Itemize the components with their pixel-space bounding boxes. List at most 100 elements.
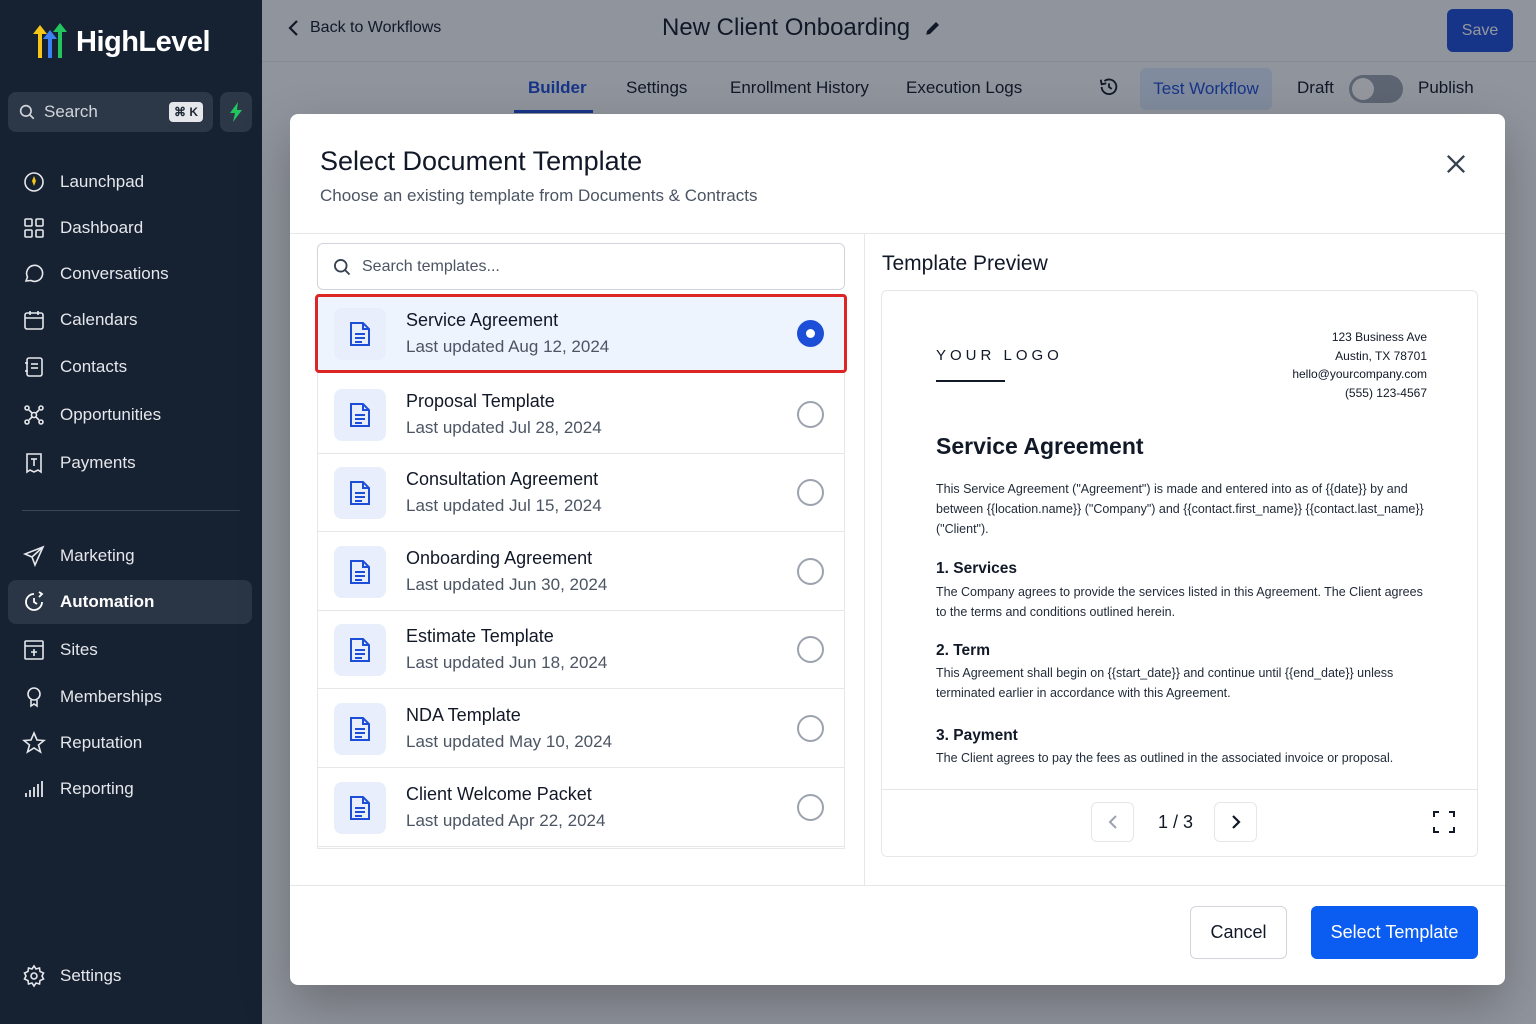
sidebar-item-marketing[interactable]: Marketing xyxy=(8,534,252,578)
prev-page-button[interactable] xyxy=(1091,802,1134,842)
template-radio[interactable] xyxy=(797,636,824,663)
sidebar-item-label: Contacts xyxy=(60,357,128,376)
section-body: This Agreement shall begin on {{start_da… xyxy=(936,666,1394,700)
payments-icon xyxy=(26,453,42,474)
select-template-button[interactable]: Select Template xyxy=(1311,906,1478,959)
dashboard-icon xyxy=(24,218,44,238)
highlevel-logo-icon xyxy=(33,23,67,58)
template-item-estimate[interactable]: Estimate Template Last updated Jun 18, 20… xyxy=(318,611,844,689)
logo-underline xyxy=(936,380,1005,382)
sidebar-item-calendars[interactable]: Calendars xyxy=(8,298,252,342)
modal-subtitle: Choose an existing template from Documen… xyxy=(320,186,758,205)
document-icon xyxy=(334,623,386,676)
search-icon xyxy=(334,258,351,275)
sidebar-item-launchpad[interactable]: Launchpad xyxy=(8,160,252,204)
template-name: NDA Template xyxy=(406,705,521,725)
chevron-right-icon xyxy=(1231,815,1241,829)
template-search[interactable] xyxy=(317,243,845,290)
template-radio[interactable] xyxy=(797,715,824,742)
sidebar-item-label: Sites xyxy=(60,640,98,659)
template-preview: YOUR LOGO 123 Business Ave Austin, TX 78… xyxy=(881,290,1478,857)
sidebar-item-label: Calendars xyxy=(60,310,138,329)
sidebar-item-label: Settings xyxy=(60,966,122,985)
template-date: Last updated Jun 30, 2024 xyxy=(406,575,608,594)
sidebar-item-sites[interactable]: Sites xyxy=(8,628,252,672)
sidebar-item-reputation[interactable]: Reputation xyxy=(8,721,252,765)
contacts-icon xyxy=(25,357,43,377)
sidebar-item-label: Opportunities xyxy=(60,405,162,424)
sidebar: HighLevel Search ⌘ K Launchpad Dashboard… xyxy=(0,0,262,1024)
sidebar-item-label: Reputation xyxy=(60,733,143,752)
template-name: Client Welcome Packet xyxy=(406,784,592,804)
page-indicator: 1 / 3 xyxy=(1158,812,1194,832)
template-radio[interactable] xyxy=(797,479,824,506)
column-divider xyxy=(864,234,865,886)
sidebar-item-contacts[interactable]: Contacts xyxy=(8,345,252,389)
template-item-service-agreement[interactable]: Service Agreement Last updated Aug 12, 20… xyxy=(315,294,847,373)
sidebar-item-label: Launchpad xyxy=(60,172,145,191)
search-icon xyxy=(19,104,35,120)
template-item-nda[interactable]: NDA Template Last updated May 10, 2024 xyxy=(318,690,844,768)
sidebar-item-label: Automation xyxy=(60,592,155,611)
template-name: Proposal Template xyxy=(406,391,555,411)
star-icon xyxy=(22,731,46,754)
template-radio[interactable] xyxy=(797,558,824,585)
sidebar-search[interactable]: Search ⌘ K xyxy=(8,92,213,132)
sidebar-item-label: Memberships xyxy=(60,687,163,706)
chat-bubble-icon xyxy=(24,264,44,283)
cancel-button[interactable]: Cancel xyxy=(1190,906,1287,959)
modal-title: Select Document Template xyxy=(320,146,643,176)
sites-icon xyxy=(24,640,44,660)
fullscreen-icon[interactable] xyxy=(1432,810,1456,834)
sidebar-item-label: Conversations xyxy=(60,264,169,283)
footer-divider xyxy=(290,885,1505,886)
send-icon xyxy=(22,545,45,568)
template-date: Last updated Aug 12, 2024 xyxy=(406,337,610,356)
template-radio[interactable] xyxy=(797,794,824,821)
template-item-onboarding[interactable]: Onboarding Agreement Last updated Jun 30,… xyxy=(318,533,844,611)
sidebar-item-memberships[interactable]: Memberships xyxy=(8,675,252,719)
document-icon xyxy=(334,702,386,755)
sidebar-item-opportunities[interactable]: Opportunities xyxy=(8,393,252,437)
template-item-welcome-packet[interactable]: Client Welcome Packet Last updated Apr 22… xyxy=(318,769,844,847)
sidebar-item-reporting[interactable]: Reporting xyxy=(8,767,252,811)
template-name: Estimate Template xyxy=(406,626,554,646)
sidebar-item-conversations[interactable]: Conversations xyxy=(8,252,252,296)
template-date: Last updated Jul 15, 2024 xyxy=(406,496,602,515)
document-title: Service Agreement xyxy=(936,433,1144,459)
intro-paragraph: This Service Agreement ("Agreement") is … xyxy=(936,482,1424,536)
template-name: Onboarding Agreement xyxy=(406,548,593,568)
logo-placeholder: YOUR LOGO xyxy=(936,347,1063,364)
sidebar-item-payments[interactable]: Payments xyxy=(8,441,252,485)
section-heading: 2. Term xyxy=(936,642,990,659)
document-page: YOUR LOGO 123 Business Ave Austin, TX 78… xyxy=(882,291,1477,790)
quick-actions-button[interactable] xyxy=(220,92,252,132)
select-template-modal: Select Document Template Choose an exist… xyxy=(290,114,1505,985)
next-page-button[interactable] xyxy=(1214,802,1257,842)
search-shortcut-badge: ⌘ K xyxy=(169,102,203,122)
template-radio-selected[interactable] xyxy=(797,320,824,347)
section-heading: 3. Payment xyxy=(936,727,1018,744)
sidebar-item-dashboard[interactable]: Dashboard xyxy=(8,206,252,250)
bar-chart-icon xyxy=(25,781,43,797)
template-radio[interactable] xyxy=(797,401,824,428)
calendar-icon xyxy=(24,311,44,330)
document-icon xyxy=(334,545,386,598)
automation-icon xyxy=(25,591,44,611)
template-name: Service Agreement xyxy=(406,310,559,330)
gear-icon xyxy=(23,964,45,988)
brand-logo[interactable]: HighLevel xyxy=(30,22,211,62)
template-item-consultation[interactable]: Consultation Agreement Last updated Jul 1… xyxy=(318,454,844,532)
brand-name: HighLevel xyxy=(76,25,211,58)
address-line: hello@yourcompany.com xyxy=(1292,367,1427,381)
close-icon[interactable] xyxy=(1442,150,1470,178)
sidebar-item-settings[interactable]: Settings xyxy=(8,954,252,998)
template-list: Service Agreement Last updated Aug 12, 20… xyxy=(315,294,847,849)
sidebar-item-label: Marketing xyxy=(60,546,135,565)
preview-pager: 1 / 3 xyxy=(882,789,1477,856)
template-search-input[interactable] xyxy=(362,257,802,276)
template-item-proposal[interactable]: Proposal Template Last updated Jul 28, 20… xyxy=(318,376,844,454)
sidebar-item-label: Dashboard xyxy=(60,218,144,237)
sidebar-item-automation[interactable]: Automation xyxy=(8,580,252,624)
document-icon xyxy=(334,307,386,360)
